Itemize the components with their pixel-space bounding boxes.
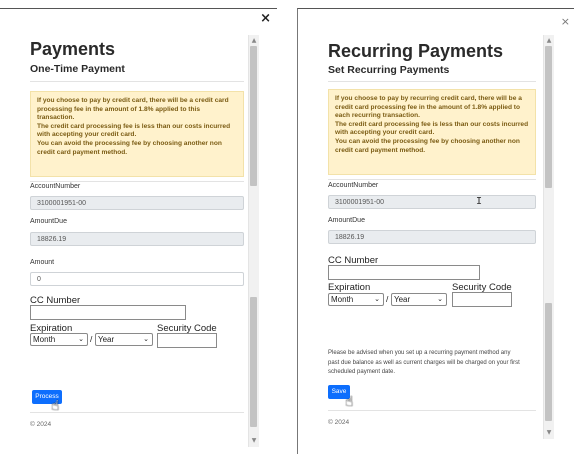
scroll-thumb-lower[interactable] (545, 303, 552, 421)
chevron-down-icon: ⌄ (437, 296, 443, 303)
notice-line: transaction. (37, 114, 75, 122)
notice-line: with accepting your credit card. (335, 129, 435, 137)
divider (30, 181, 244, 182)
notice-line: processing fee in the amount of 1.8% app… (37, 105, 201, 113)
page-subtitle: One-Time Payment (30, 63, 125, 75)
month-select[interactable]: Month ⌄ (328, 293, 384, 306)
notice-line: If you choose to pay by recurring credit… (335, 95, 522, 102)
page-title: Recurring Payments (328, 41, 504, 61)
chevron-down-icon: ⌄ (374, 296, 380, 303)
page-subtitle: Set Recurring Payments (328, 64, 450, 76)
scroll-down-icon[interactable]: ▼ (249, 437, 259, 445)
expiration-label: Expiration (328, 282, 371, 293)
scrollbar[interactable]: ▲ ▼ (248, 35, 259, 447)
amount-due-field: 18826.19 (328, 230, 536, 244)
processing-fee-notice: If you choose to pay by credit card, the… (30, 91, 244, 177)
notice-line: with accepting your credit card. (37, 131, 137, 139)
text-cursor-icon: I (476, 196, 483, 207)
advisory-line: past due balance as well as current char… (328, 359, 520, 366)
month-select-value: Month (331, 295, 354, 304)
scroll-up-icon[interactable]: ▲ (544, 37, 554, 45)
chevron-down-icon: ⌄ (143, 336, 149, 343)
account-number-field: 3100001951-00 (328, 195, 536, 209)
amount-due-field: 18826.19 (30, 232, 244, 246)
cc-number-input[interactable] (328, 265, 480, 280)
date-separator: / (386, 294, 389, 304)
year-select-value: Year (98, 335, 115, 344)
month-select[interactable]: Month ⌄ (30, 333, 88, 346)
security-code-input[interactable] (452, 292, 512, 307)
year-select[interactable]: Year ⌄ (95, 333, 153, 346)
cc-number-input[interactable] (30, 305, 186, 320)
account-number-label: AccountNumber (328, 182, 379, 189)
account-number-field: 3100001951-00 (30, 196, 244, 210)
one-time-payment-dialog: × ▲ ▼ Payments One-Time Payment If you c… (0, 8, 277, 454)
month-select-value: Month (33, 335, 56, 344)
notice-line: credit card payment method. (335, 146, 426, 154)
scroll-up-icon[interactable]: ▲ (249, 37, 259, 45)
scrollbar[interactable]: ▲ ▼ (543, 35, 554, 439)
advisory-line: scheduled payment date. (328, 369, 396, 375)
amount-input[interactable]: 0 (30, 272, 244, 286)
notice-line: credit card processing fee in the amount… (335, 103, 521, 111)
divider (328, 81, 536, 82)
footer-copyright: © 2024 (30, 421, 52, 428)
notice-line: credit card payment method. (37, 148, 128, 156)
chevron-down-icon: ⌄ (78, 336, 84, 343)
notice-line: You can avoid the processing fee by choo… (335, 137, 520, 145)
footer-divider (328, 410, 536, 411)
security-code-input[interactable] (157, 333, 217, 348)
footer-divider (30, 412, 244, 413)
hand-pointer-icon: ☝ (51, 398, 60, 414)
notice-line: each recurring transaction. (335, 112, 421, 120)
notice-line: The credit card processing fee is less t… (37, 122, 231, 130)
date-separator: / (90, 334, 93, 344)
footer-copyright: © 2024 (328, 419, 350, 426)
scroll-thumb-lower[interactable] (250, 297, 257, 427)
close-icon[interactable]: × (260, 12, 271, 25)
notice-line: If you choose to pay by credit card, the… (37, 97, 229, 104)
notice-line: The credit card processing fee is less t… (335, 120, 529, 128)
year-select[interactable]: Year ⌄ (391, 293, 447, 306)
close-icon[interactable]: × (561, 15, 570, 28)
amount-due-label: AmountDue (328, 217, 365, 224)
amount-due-label: AmountDue (30, 218, 67, 225)
page-title: Payments (30, 39, 116, 59)
divider (30, 81, 244, 82)
scroll-down-icon[interactable]: ▼ (544, 429, 554, 437)
processing-fee-notice: If you choose to pay by recurring credit… (328, 89, 536, 175)
divider (328, 179, 536, 180)
scroll-thumb[interactable] (545, 46, 552, 188)
amount-label: Amount (30, 259, 55, 266)
scroll-thumb[interactable] (250, 46, 257, 186)
year-select-value: Year (394, 295, 411, 304)
recurring-payment-dialog: × ▲ ▼ Recurring Payments Set Recurring P… (297, 8, 574, 454)
recurring-advisory-text: Please be advised when you set up a recu… (328, 349, 520, 378)
notice-line: You can avoid the processing fee by choo… (37, 139, 222, 147)
hand-pointer-icon: ☝ (345, 394, 354, 410)
account-number-label: AccountNumber (30, 183, 81, 190)
advisory-line: Please be advised when you set up a recu… (328, 350, 511, 356)
